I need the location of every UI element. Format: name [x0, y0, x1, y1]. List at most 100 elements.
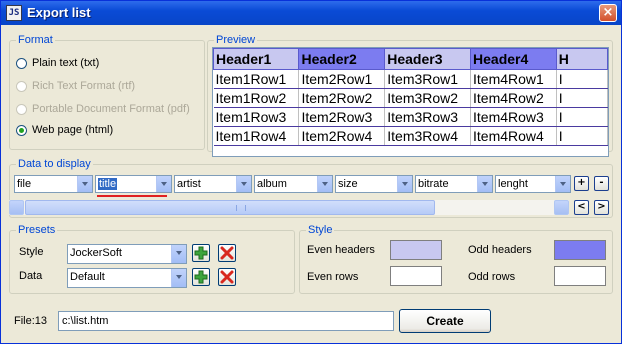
column-select-value: artist: [177, 178, 201, 190]
column-select-2[interactable]: title: [95, 175, 172, 193]
chevron-down-icon[interactable]: [77, 176, 92, 192]
delete-data-preset-button[interactable]: [218, 268, 236, 286]
scrollbar-thumb[interactable]: [25, 200, 435, 215]
style-preset-label: Style: [19, 246, 44, 258]
radio-checked-icon[interactable]: [16, 124, 27, 136]
preview-legend: Preview: [214, 34, 258, 46]
add-data-preset-button[interactable]: [192, 268, 210, 286]
column-select-6[interactable]: bitrate: [415, 175, 493, 193]
style-preset-select[interactable]: JockerSoft: [67, 244, 187, 264]
preview-cell: Item4Row3: [470, 107, 557, 127]
odd-headers-label: Odd headers: [468, 244, 532, 256]
preview-header: Header3: [384, 48, 472, 70]
format-legend: Format: [16, 34, 55, 46]
column-select-3[interactable]: artist: [174, 175, 252, 193]
format-option-html[interactable]: Web page (html): [16, 122, 113, 138]
preview-header: H: [555, 48, 608, 70]
app-icon: JS: [6, 5, 22, 21]
data-to-display-legend: Data to display: [16, 158, 93, 170]
preview-cell: Item3Row1: [384, 69, 472, 89]
window-title: Export list: [27, 5, 91, 20]
preview-header: Header1: [213, 48, 300, 70]
preview-group: Preview Header1 Header2 Header3 Header4 …: [207, 34, 613, 157]
preview-cell: Item4Row2: [470, 88, 557, 108]
chevron-down-icon[interactable]: [397, 176, 412, 192]
column-select-7[interactable]: lenght: [495, 175, 571, 193]
chevron-down-icon[interactable]: [236, 176, 251, 192]
column-select-4[interactable]: album: [254, 175, 333, 193]
preview-cell: Item1Row1: [213, 69, 300, 89]
odd-rows-color-swatch[interactable]: [554, 266, 606, 286]
plus-icon: [194, 270, 208, 284]
preview-cell: Item3Row2: [384, 88, 472, 108]
column-select-value: title: [98, 178, 118, 190]
create-button[interactable]: Create: [399, 309, 491, 333]
format-option-label: Rich Text Format (rtf): [32, 80, 136, 92]
scroll-left-arrow-icon[interactable]: [9, 200, 24, 215]
close-button[interactable]: ×: [599, 4, 617, 22]
format-option-label: Plain text (txt): [32, 57, 100, 69]
delete-icon: [220, 246, 234, 260]
preview-cell: Item2Row1: [298, 69, 386, 89]
preview-cell: Item4Row1: [470, 69, 557, 89]
data-preset-label: Data: [19, 270, 43, 282]
remove-column-button[interactable]: -: [594, 176, 609, 191]
scroll-right-arrow-icon[interactable]: [554, 200, 569, 215]
preview-cell: Item2Row4: [298, 126, 386, 146]
format-option-rtf: Rich Text Format (rtf): [16, 78, 135, 94]
preview-row: Item1Row1 Item2Row1 Item3Row1 Item4Row1 …: [213, 69, 608, 89]
preview-cell: Item1Row4: [213, 126, 300, 146]
delete-style-preset-button[interactable]: [218, 244, 236, 262]
presets-legend: Presets: [16, 224, 58, 236]
radio-icon[interactable]: [16, 57, 27, 69]
even-rows-label: Even rows: [307, 271, 359, 283]
preview-grid: Header1 Header2 Header3 Header4 H Item1R…: [213, 48, 608, 146]
chevron-down-icon[interactable]: [317, 176, 332, 192]
preview-cell: Item1Row2: [213, 88, 300, 108]
chevron-down-icon[interactable]: [171, 245, 186, 263]
even-rows-color-swatch[interactable]: [390, 266, 442, 286]
file-label: File:13: [14, 315, 48, 327]
preview-cell: I: [556, 107, 608, 127]
grip-icon: [236, 205, 246, 211]
preview-header: Header4: [470, 48, 557, 70]
title-bar[interactable]: JS Export list ×: [1, 1, 621, 25]
chevron-down-icon[interactable]: [171, 269, 186, 287]
column-select-5[interactable]: size: [335, 175, 413, 193]
scroll-columns-right-button[interactable]: >: [594, 200, 609, 215]
column-select-value: file: [17, 178, 32, 190]
column-select-1[interactable]: file: [14, 175, 93, 193]
radio-icon: [16, 80, 27, 92]
export-list-window: JS Export list × Format Plain text (txt)…: [0, 0, 622, 344]
chevron-down-icon[interactable]: [477, 176, 492, 192]
format-option-label: Portable Document Format (pdf): [32, 103, 190, 115]
style-legend: Style: [306, 224, 335, 236]
preview-cell: Item4Row4: [470, 126, 557, 146]
even-headers-color-swatch[interactable]: [390, 240, 442, 260]
chevron-down-icon[interactable]: [555, 176, 570, 192]
column-select-value: size: [338, 178, 358, 190]
radio-icon: [16, 103, 27, 115]
scroll-columns-left-button[interactable]: <: [574, 200, 589, 215]
format-option-txt[interactable]: Plain text (txt): [16, 55, 99, 71]
preview-row: Item1Row4 Item2Row4 Item3Row4 Item4Row4 …: [213, 126, 608, 146]
preview-cell: Item1Row3: [213, 107, 300, 127]
preview-cell: I: [556, 126, 608, 146]
add-column-button[interactable]: +: [574, 176, 589, 191]
preview-cell: Item2Row2: [298, 88, 386, 108]
add-style-preset-button[interactable]: [192, 244, 210, 262]
column-select-value: lenght: [498, 178, 528, 190]
column-select-value: album: [257, 178, 287, 190]
preview-cell: I: [556, 88, 608, 108]
chevron-down-icon[interactable]: [156, 176, 171, 192]
preview-cell: Item2Row3: [298, 107, 386, 127]
odd-headers-color-swatch[interactable]: [554, 240, 606, 260]
preview-cell: Item3Row4: [384, 126, 472, 146]
data-preset-select[interactable]: Default: [67, 268, 187, 288]
even-headers-label: Even headers: [307, 244, 375, 256]
active-column-underline: [97, 195, 167, 197]
close-icon: ×: [602, 5, 614, 20]
columns-scrollbar[interactable]: [9, 200, 569, 215]
data-preset-value: Default: [70, 271, 105, 283]
file-path-input[interactable]: c:\list.htm: [58, 311, 394, 331]
